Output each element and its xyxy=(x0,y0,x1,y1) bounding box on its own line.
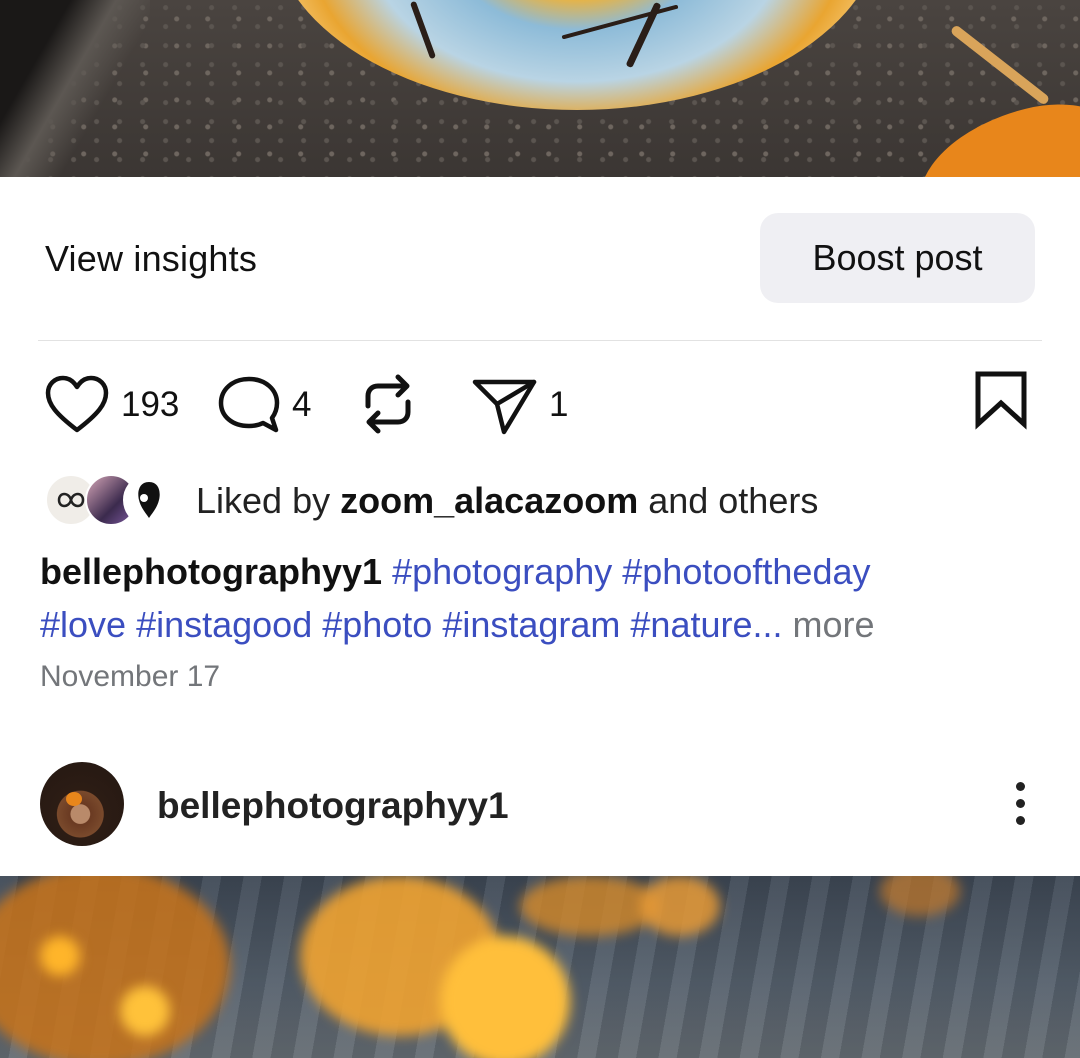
post-date: November 17 xyxy=(40,660,221,693)
liked-by-prefix: Liked by xyxy=(196,480,331,521)
repost-icon[interactable] xyxy=(358,372,418,436)
more-vertical-icon[interactable] xyxy=(1008,782,1032,828)
caption-more-link[interactable]: more xyxy=(793,604,875,645)
liked-by-text[interactable]: Liked by zoom_alacazoom and others xyxy=(196,480,818,522)
avatar xyxy=(123,474,175,526)
shares-count[interactable]: 1 xyxy=(549,385,568,425)
liked-by-avatars[interactable] xyxy=(45,474,175,526)
bookmark-icon[interactable] xyxy=(974,370,1030,430)
send-icon[interactable] xyxy=(470,374,540,436)
avatar[interactable] xyxy=(40,762,124,846)
heart-icon[interactable] xyxy=(44,374,110,436)
boost-post-button[interactable]: Boost post xyxy=(760,213,1035,303)
view-insights-link[interactable]: View insights xyxy=(45,238,257,280)
post-caption: bellephotographyy1 #photography #photoof… xyxy=(40,545,1040,651)
comment-icon[interactable] xyxy=(216,374,282,436)
liked-by-user[interactable]: zoom_alacazoom xyxy=(340,480,638,521)
caption-username[interactable]: bellephotographyy1 xyxy=(40,551,382,592)
post-author-username[interactable]: bellephotographyy1 xyxy=(157,785,509,827)
post-image[interactable] xyxy=(0,0,1080,177)
comments-count[interactable]: 4 xyxy=(292,385,311,425)
caption-hashtags[interactable]: #photography #photooftheday xyxy=(392,551,870,592)
divider xyxy=(38,340,1042,341)
post-image[interactable] xyxy=(0,876,1080,1058)
liked-by-suffix: and others xyxy=(648,480,819,521)
caption-hashtags[interactable]: #love #instagood #photo #instagram #natu… xyxy=(40,604,783,645)
likes-count[interactable]: 193 xyxy=(121,385,179,425)
